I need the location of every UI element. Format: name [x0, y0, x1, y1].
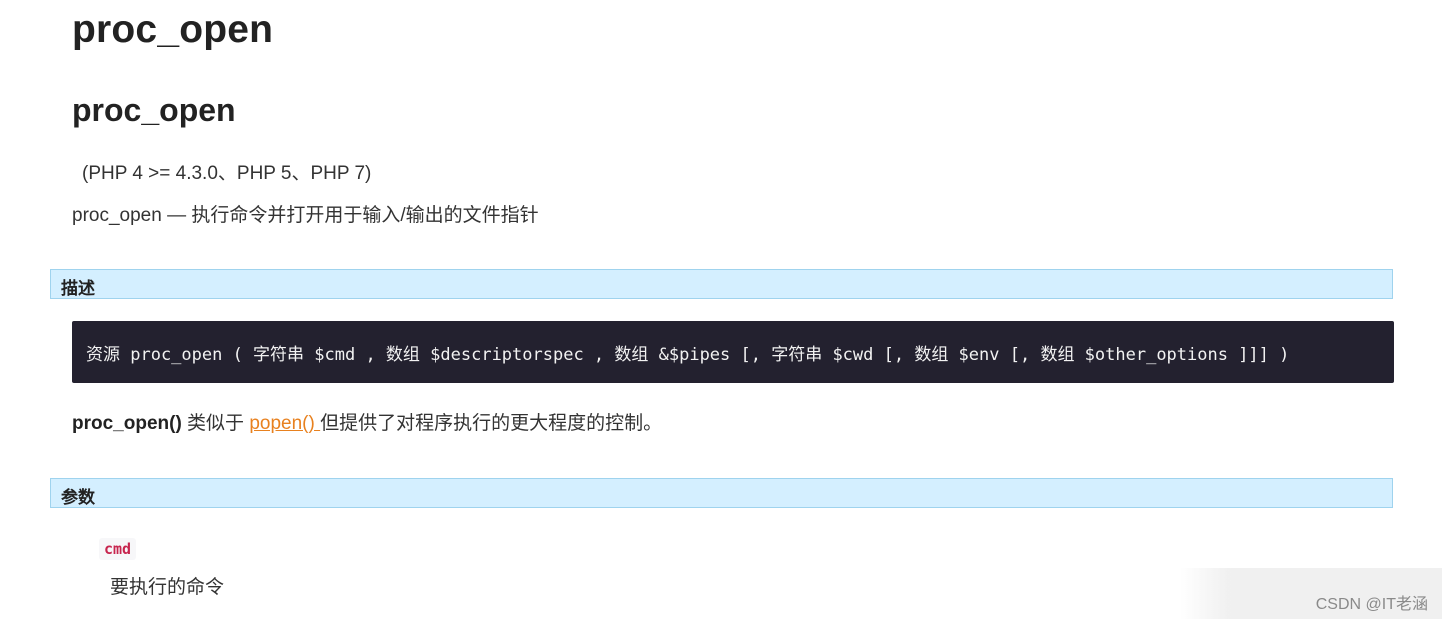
description-text-2: 但提供了对程序执行的更大程度的控制。	[320, 413, 663, 434]
function-title: proc_open	[72, 92, 236, 128]
section-header-description: 描述	[50, 269, 1393, 299]
function-name: proc_open()	[72, 413, 182, 434]
version-info: (PHP 4 >= 4.3.0、PHP 5、PHP 7)	[82, 163, 372, 184]
section-heading-parameters: 参数	[61, 488, 95, 507]
parameter-description: 要执行的命令	[110, 577, 225, 598]
popen-link[interactable]: popen()	[249, 413, 320, 434]
csdn-watermark: CSDN @IT老涵	[1315, 596, 1428, 613]
section-heading-description: 描述	[61, 279, 95, 298]
page-title: proc_open	[72, 8, 274, 51]
description-text-1: 类似于	[181, 413, 250, 434]
method-synopsis: 资源 proc_open ( 字符串 $cmd , 数组 $descriptor…	[72, 321, 1394, 383]
ref-purpose: proc_open — 执行命令并打开用于输入/输出的文件指针	[72, 205, 539, 226]
description-paragraph: proc_open() 类似于 popen() 但提供了对程序执行的更大程度的控…	[72, 408, 662, 435]
manual-page: proc_open proc_open (PHP 4 >= 4.3.0、PHP …	[0, 0, 1442, 619]
parameter-name: cmd	[99, 538, 137, 560]
section-header-parameters: 参数	[50, 478, 1393, 508]
